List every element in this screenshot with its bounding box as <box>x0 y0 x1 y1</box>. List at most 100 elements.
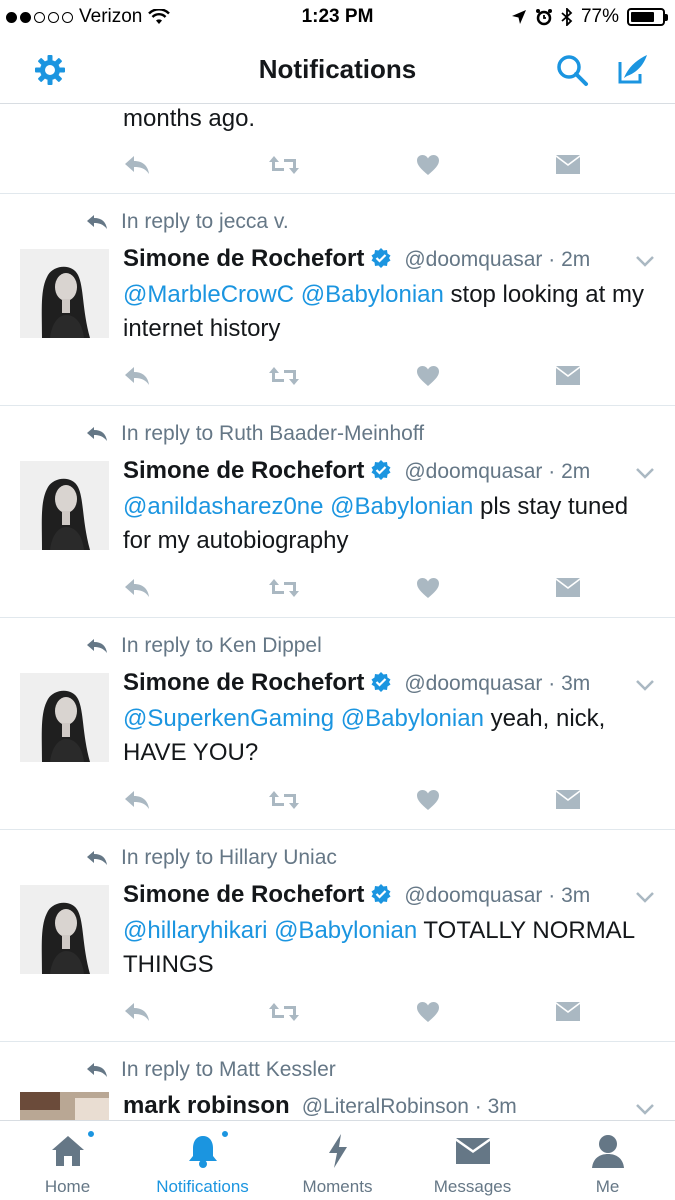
author-row: mark robinson @LiteralRobinson · 3m <box>123 1092 655 1120</box>
like-button[interactable] <box>416 574 440 602</box>
envelope-icon <box>556 155 580 174</box>
alarm-icon <box>535 9 552 26</box>
verified-badge-icon <box>370 459 392 481</box>
reply-context: In reply to Ruth Baader-Meinhoff <box>85 422 424 446</box>
tweet-options-chevron-icon[interactable] <box>635 678 655 696</box>
compose-icon[interactable] <box>612 50 652 90</box>
tab-label: Notifications <box>156 1177 249 1196</box>
tweet-text: @anildasharez0ne @Babylonian pls stay tu… <box>123 490 653 558</box>
tab-messages[interactable]: Messages <box>405 1121 540 1200</box>
tab-me[interactable]: Me <box>540 1121 675 1200</box>
tweet[interactable]: In reply to jecca v. Simone de Rochefort… <box>0 194 675 406</box>
tab-notifications[interactable]: Notifications <box>135 1121 270 1200</box>
tweet-mentions[interactable]: @SuperkenGaming @Babylonian <box>123 705 484 732</box>
reply-button[interactable] <box>123 362 151 390</box>
avatar[interactable] <box>20 885 109 974</box>
location-arrow-icon <box>511 10 526 24</box>
retweet-button[interactable] <box>268 362 300 390</box>
direct-message-button[interactable] <box>555 362 581 390</box>
reply-button[interactable] <box>123 574 151 602</box>
tab-home[interactable]: Home <box>0 1121 135 1200</box>
retweet-button[interactable] <box>268 786 300 814</box>
tweet-actions <box>123 998 593 1026</box>
author-name[interactable]: Simone de Rochefort <box>123 669 364 697</box>
reply-arrow-icon <box>87 1063 107 1077</box>
tweet-options-chevron-icon[interactable] <box>635 890 655 908</box>
tweet-actions <box>123 786 593 814</box>
author-name[interactable]: Simone de Rochefort <box>123 881 364 909</box>
tweet-actions <box>123 151 593 179</box>
direct-message-button[interactable] <box>555 786 581 814</box>
tweet-mentions[interactable]: @anildasharez0ne @Babylonian <box>123 493 473 520</box>
direct-message-button[interactable] <box>555 151 581 179</box>
status-bar: Verizon 1:23 PM 77% <box>0 0 675 36</box>
tweet[interactable]: In reply to Ken Dippel Simone de Rochefo… <box>0 618 675 830</box>
tab-moments[interactable]: Moments <box>270 1121 405 1200</box>
tweet[interactable]: In reply to Hillary Uniac Simone de Roch… <box>0 830 675 1042</box>
reply-icon <box>125 1003 149 1021</box>
tweet-options-chevron-icon[interactable] <box>635 466 655 484</box>
verified-badge-icon <box>370 247 392 269</box>
unread-badge-dot <box>85 1129 96 1139</box>
like-button[interactable] <box>416 786 440 814</box>
lightning-icon <box>326 1131 350 1171</box>
retweet-button[interactable] <box>268 998 300 1026</box>
reply-context-text: In reply to Matt Kessler <box>121 1058 336 1081</box>
reply-arrow-icon <box>87 215 107 229</box>
reply-button[interactable] <box>123 998 151 1026</box>
reply-context: In reply to Hillary Uniac <box>85 846 337 870</box>
tweet-mentions[interactable]: @MarbleCrowC @Babylonian <box>123 281 444 308</box>
tab-label: Messages <box>433 1177 512 1196</box>
reply-arrow-icon <box>87 427 107 441</box>
author-name[interactable]: Simone de Rochefort <box>123 245 364 273</box>
heart-icon <box>417 578 439 598</box>
like-button[interactable] <box>416 998 440 1026</box>
retweet-icon <box>269 367 299 385</box>
like-button[interactable] <box>416 362 440 390</box>
author-name[interactable]: mark robinson <box>123 1092 290 1120</box>
avatar[interactable] <box>20 461 109 550</box>
avatar[interactable] <box>20 673 109 762</box>
tab-label: Me <box>595 1177 620 1196</box>
tab-bar: Home Notifications Moments Messages Me <box>0 1120 675 1200</box>
notifications-feed[interactable]: months ago. In reply to jecca v. Simone … <box>0 105 675 1120</box>
envelope-icon <box>455 1131 491 1171</box>
envelope-icon <box>556 1002 580 1021</box>
tweet-mentions[interactable]: @hillaryhikari @Babylonian <box>123 917 417 944</box>
author-name[interactable]: Simone de Rochefort <box>123 457 364 485</box>
author-handle-time: @LiteralRobinson · 3m <box>301 1095 517 1118</box>
heart-icon <box>417 1002 439 1022</box>
tweet-list: In reply to jecca v. Simone de Rochefort… <box>0 194 675 1042</box>
person-icon <box>591 1131 625 1171</box>
direct-message-button[interactable] <box>555 574 581 602</box>
status-icons: 77% <box>511 6 668 28</box>
tab-label: Home <box>44 1177 91 1196</box>
reply-arrow-icon <box>87 639 107 653</box>
tweet-options-chevron-icon[interactable] <box>635 1102 655 1120</box>
navigation-bar: Notifications <box>0 36 675 104</box>
tweet-partial[interactable]: months ago. <box>0 105 675 194</box>
direct-message-button[interactable] <box>555 998 581 1026</box>
avatar[interactable] <box>20 249 109 338</box>
author-handle-time: @doomquasar · 2m <box>404 248 591 271</box>
reply-icon <box>125 156 149 174</box>
unread-badge-dot <box>219 1129 230 1139</box>
reply-icon <box>125 579 149 597</box>
heart-icon <box>417 155 439 175</box>
search-icon[interactable] <box>552 50 592 90</box>
retweet-button[interactable] <box>268 574 300 602</box>
author-row: Simone de Rochefort @doomquasar · 2m <box>123 456 655 485</box>
reply-context-text: In reply to Ken Dippel <box>121 634 322 657</box>
retweet-button[interactable] <box>268 151 300 179</box>
reply-button[interactable] <box>123 151 151 179</box>
tweet-partial-bottom[interactable]: In reply to Matt Kessler mark robinson @… <box>0 1042 675 1120</box>
tweet-text: months ago. <box>123 105 256 132</box>
tweet-options-chevron-icon[interactable] <box>635 254 655 272</box>
like-button[interactable] <box>416 151 440 179</box>
retweet-icon <box>269 791 299 809</box>
home-icon <box>50 1129 96 1171</box>
reply-button[interactable] <box>123 786 151 814</box>
avatar[interactable] <box>20 1092 109 1120</box>
bluetooth-icon <box>561 8 573 26</box>
tweet[interactable]: In reply to Ruth Baader-Meinhoff Simone … <box>0 406 675 618</box>
